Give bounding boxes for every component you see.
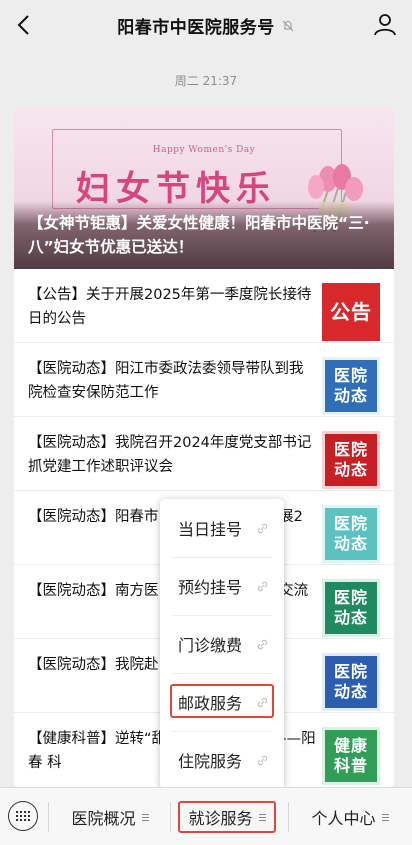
submenu-item-inpatient-service[interactable]: 住院服务 [160,731,284,789]
divider [288,802,289,832]
article-title: 【公告】关于开展2025年第一季度院长接待日的公告 [28,287,312,327]
profile-icon[interactable] [372,11,398,37]
divider [170,802,171,832]
menu-lines-icon [141,813,149,821]
article-thumbnail: 公告 [322,283,380,341]
link-icon [257,523,268,533]
submenu-item-same-day-registration[interactable]: 当日挂号 [160,499,284,557]
highlight-box [170,684,274,718]
link-icon [257,755,268,765]
menu-lines-icon [381,813,389,821]
article-title: 【医院动态】阳江市委政法委领导带队到我院检查安保防范工作 [28,361,304,401]
tab-medical-services[interactable]: 就诊服务 [178,801,276,833]
divider [48,802,49,832]
page-title: 阳春市中医院服务号 [117,18,275,38]
top-bar: 阳春市中医院服务号 [0,0,412,50]
article-thumbnail: 医院 动态 [322,505,380,563]
menu-lines-icon [258,813,266,821]
link-icon [257,639,268,649]
tab-personal-center[interactable]: 个人中心 [292,801,408,833]
mute-bell-icon [282,20,294,31]
article-thumbnail: 医院 动态 [322,653,380,711]
article-thumbnail: 医院 动态 [322,357,380,415]
link-icon [257,581,268,591]
list-item[interactable]: 【医院动态】阳江市委政法委领导带队到我院检查安保防范工作 医院 动态 [14,343,394,417]
list-item[interactable]: 【公告】关于开展2025年第一季度院长接待日的公告 公告 [14,269,394,343]
submenu-item-outpatient-payment[interactable]: 门诊缴费 [160,615,284,673]
keyboard-icon[interactable] [8,801,38,831]
message-timestamp: 周二 21:37 [174,74,238,88]
bottom-menu-bar: 医院概况 就诊服务 个人中心 [0,787,412,845]
article-title: 【医院动态】我院召开2024年度党支部书记抓党建工作述职评议会 [28,435,312,475]
submenu-item-appointment-registration[interactable]: 预约挂号 [160,557,284,615]
tab-hospital-overview[interactable]: 医院概况 [52,801,168,833]
article-thumbnail: 健康 科普 [322,727,380,785]
article-thumbnail: 医院 动态 [322,579,380,637]
article-thumbnail: 医院 动态 [322,431,380,489]
banner-caption: 【女神节钜惠】关爱女性健康！阳春市中医院“三·八”妇女节优惠已送达！ [28,214,370,256]
banner-article[interactable]: Happy Women's Day 妇女节快乐 【女神节钜惠】关爱女性健康！阳春… [14,107,394,269]
list-item[interactable]: 【医院动态】我院召开2024年度党支部书记抓党建工作述职评议会 医院 动态 [14,417,394,491]
service-submenu: 当日挂号 预约挂号 门诊缴费 邮政服务 住院服务 [160,499,284,800]
